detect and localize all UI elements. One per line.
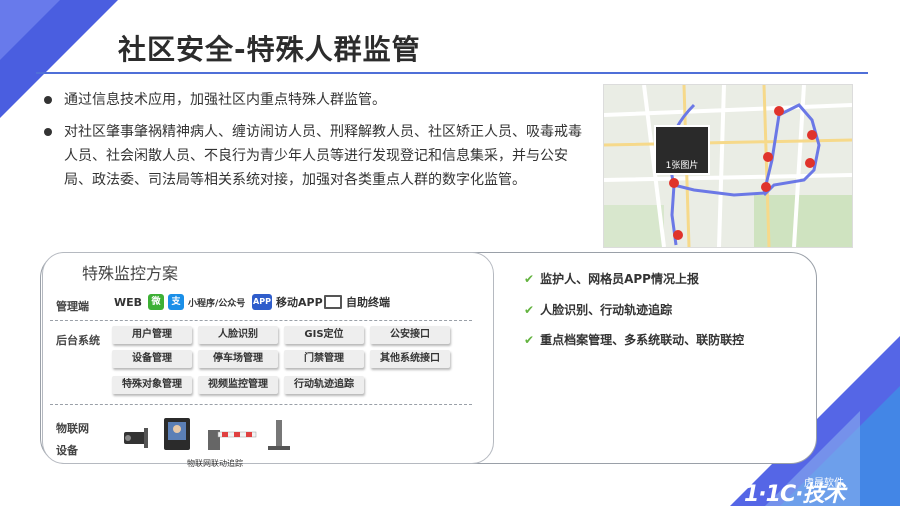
bullet-text: 对社区肇事肇祸精神病人、缠访闹访人员、刑释解教人员、社区矫正人员、吸毒戒毒人员、…: [64, 124, 582, 188]
iot-devices: [124, 418, 290, 450]
camera-icon: [124, 428, 148, 448]
channel-label: WEB: [114, 296, 143, 309]
map-pin-icon: [763, 152, 773, 162]
row-divider: [50, 320, 472, 321]
map-pin-icon: [807, 130, 817, 140]
alipay-icon: 支: [168, 294, 184, 310]
map-pin-icon: [805, 158, 815, 168]
bullet-list: 通过信息技术应用，加强社区内重点特殊人群监管。 对社区肇事肇祸精神病人、缠访闹访…: [44, 88, 592, 200]
bullet-dot-icon: [44, 128, 52, 136]
brand-logo-sub: 虎晨软件: [804, 478, 844, 489]
bullet-item: 通过信息技术应用，加强社区内重点特殊人群监管。: [44, 88, 592, 112]
module-face-recognition: 人脸识别: [198, 326, 278, 344]
row-label-iot-1: 物联网: [56, 422, 89, 435]
module-special-object: 特殊对象管理: [112, 376, 192, 394]
bullet-item: 对社区肇事肇祸精神病人、缠访闹访人员、刑释解教人员、社区矫正人员、吸毒戒毒人员、…: [44, 120, 592, 192]
channel-mobile-app: APP 移动APP: [252, 294, 323, 310]
bullet-text: 通过信息技术应用，加强社区内重点特殊人群监管。: [64, 92, 386, 108]
check-icon: ✔: [524, 272, 535, 286]
module-device-management: 设备管理: [112, 350, 192, 368]
row-divider: [50, 404, 472, 405]
wechat-icon: 微: [148, 294, 164, 310]
map-pin-icon: [673, 230, 683, 240]
channel-kiosk: 自助终端: [324, 294, 390, 310]
feature-item: ✔ 重点档案管理、多系统联动、联防联控: [524, 331, 744, 348]
feature-label: 监护人、网格员APP情况上报: [540, 272, 699, 286]
check-icon: ✔: [524, 333, 535, 347]
module-parking-management: 停车场管理: [198, 350, 278, 368]
channel-web: WEB: [114, 296, 142, 309]
device-caption: 物联网联动追踪: [187, 459, 243, 468]
channel-label: 自助终端: [346, 296, 390, 309]
module-other-interfaces: 其他系统接口: [370, 350, 450, 368]
title-underline: [36, 72, 868, 74]
thumbnail-label: 1张图片: [665, 161, 699, 171]
row-label-backend: 后台系统: [56, 334, 100, 347]
feature-label: 重点档案管理、多系统联动、联防联控: [540, 333, 745, 347]
corner-decoration-top-left-overlay: [0, 0, 60, 60]
module-police-interface: 公安接口: [370, 326, 450, 344]
map-pins: [669, 106, 817, 240]
module-access-control: 门禁管理: [284, 350, 364, 368]
feature-label: 人脸识别、行动轨迹追踪: [540, 303, 673, 317]
monitor-icon: [324, 295, 342, 309]
check-icon: ✔: [524, 303, 535, 317]
channel-mini-program: 微 支 小程序/公众号: [148, 294, 245, 310]
channel-label: 移动APP: [276, 296, 323, 309]
page-title: 社区安全-特殊人群监管: [118, 33, 421, 66]
module-gis: GIS定位: [284, 326, 364, 344]
module-video-surveillance: 视频监控管理: [198, 376, 278, 394]
row-label-terminal: 管理端: [56, 300, 89, 313]
map-pin-icon: [669, 178, 679, 188]
module-user-management: 用户管理: [112, 326, 192, 344]
photo-thumbnail[interactable]: 1张图片: [654, 125, 710, 175]
feature-item: ✔ 监护人、网格员APP情况上报: [524, 270, 699, 287]
barrier-gate-icon: [208, 430, 257, 450]
panel-title: 特殊监控方案: [82, 264, 179, 283]
module-track-tracing: 行动轨迹追踪: [284, 376, 364, 394]
turnstile-icon: [268, 420, 290, 450]
map-pin-icon: [774, 106, 784, 116]
app-icon: APP: [252, 294, 272, 310]
map-pin-icon: [761, 182, 771, 192]
track-map[interactable]: 1张图片: [603, 84, 853, 248]
row-label-iot-2: 设备: [56, 444, 78, 457]
bullet-dot-icon: [44, 96, 52, 104]
channel-label: 小程序/公众号: [188, 298, 246, 309]
feature-item: ✔ 人脸识别、行动轨迹追踪: [524, 301, 672, 318]
face-terminal-icon: [164, 418, 190, 450]
